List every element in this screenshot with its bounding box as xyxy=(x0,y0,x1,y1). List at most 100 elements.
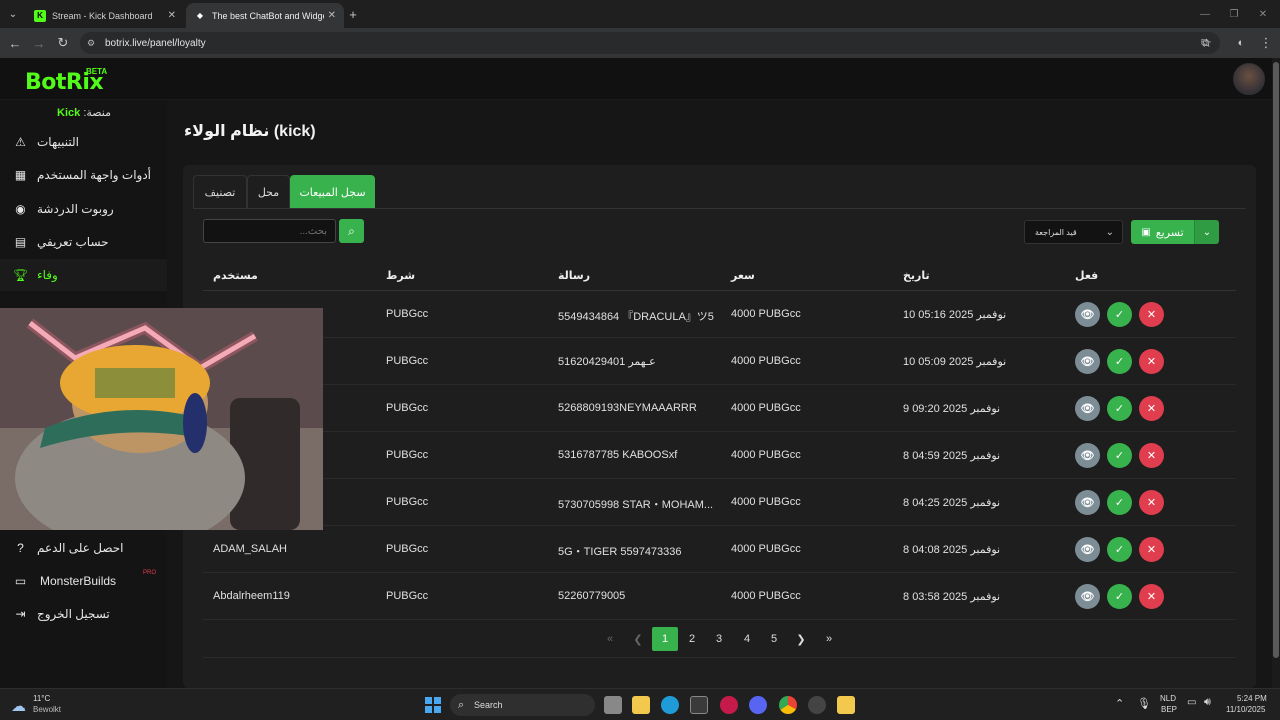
view-button[interactable]: 👁︎ xyxy=(1075,537,1100,562)
browser-tab-kick[interactable]: K Stream - Kick Dashboard ✕ xyxy=(26,3,184,28)
user-avatar[interactable] xyxy=(1233,63,1265,95)
window-close-icon[interactable]: ✕ xyxy=(1254,5,1272,23)
extensions-icon[interactable]: ⧉ xyxy=(1196,34,1214,52)
sidebar-item-support[interactable]: ? احصل على الدعم xyxy=(0,532,167,564)
reload-icon[interactable]: ↻ xyxy=(54,34,72,52)
page-button-5[interactable]: 5 xyxy=(761,627,787,651)
export-button[interactable]: ▣ تسريع xyxy=(1131,220,1194,244)
browser-tab-botrix[interactable]: ◆ The best ChatBot and Widgets ✕ xyxy=(186,3,344,28)
obs-icon[interactable] xyxy=(808,696,826,714)
sidebar-item-monsterbuilds[interactable]: ▭ MonsterBuilds PRO xyxy=(0,565,167,597)
opera-icon[interactable] xyxy=(720,696,738,714)
task-view-icon[interactable] xyxy=(604,696,622,714)
scrollbar-thumb[interactable] xyxy=(1273,62,1279,658)
laptop-icon: ▭ xyxy=(14,574,27,588)
export-dropdown-button[interactable]: ⌄ xyxy=(1194,220,1219,244)
app-icon[interactable] xyxy=(837,696,855,714)
windows-logo-icon xyxy=(434,697,441,704)
profile-icon[interactable]: ◐ xyxy=(1232,34,1250,52)
tab-search-icon[interactable]: ⌄ xyxy=(4,5,22,23)
view-button[interactable]: 👁︎ xyxy=(1075,302,1100,327)
reject-button[interactable]: ✕ xyxy=(1139,490,1164,515)
reject-button[interactable]: ✕ xyxy=(1139,537,1164,562)
search-icon: ⌕ xyxy=(348,223,355,238)
prev-page-button[interactable]: ❮ xyxy=(625,627,651,651)
view-button[interactable]: 👁︎ xyxy=(1075,396,1100,421)
reject-button[interactable]: ✕ xyxy=(1139,443,1164,468)
tab-close-icon[interactable]: ✕ xyxy=(328,10,336,21)
taskbar-search[interactable]: ⌕ Search xyxy=(450,694,595,716)
tab-shop[interactable]: محل xyxy=(247,175,290,208)
last-page-button[interactable]: » xyxy=(816,627,842,651)
menu-icon[interactable]: ⋮ xyxy=(1257,34,1275,52)
cell-message: 51620429401 عـهمر xyxy=(558,356,656,368)
check-icon: ✓ xyxy=(1114,497,1125,509)
view-button[interactable]: 👁︎ xyxy=(1075,443,1100,468)
sidebar-item-logout[interactable]: ⇥ تسجيل الخروج xyxy=(0,598,167,630)
approve-button[interactable]: ✓ xyxy=(1107,584,1132,609)
volume-icon[interactable]: 🔊︎ xyxy=(1204,696,1211,709)
approve-button[interactable]: ✓ xyxy=(1107,396,1132,421)
cell-price: 4000 PUBGcc xyxy=(731,308,801,320)
search-button[interactable]: ⌕ xyxy=(339,219,364,243)
approve-button[interactable]: ✓ xyxy=(1107,349,1132,374)
back-icon[interactable]: ← xyxy=(6,34,24,52)
next-page-button[interactable]: ❯ xyxy=(788,627,814,651)
widgets-icon: ▦ xyxy=(14,168,27,182)
view-button[interactable]: 👁︎ xyxy=(1075,349,1100,374)
page-button-1[interactable]: 1 xyxy=(652,627,678,651)
forward-icon[interactable]: → xyxy=(30,34,48,52)
cell-condition: PUBGcc xyxy=(386,590,429,602)
clock-date[interactable]: 11/10/2025 xyxy=(1226,705,1265,714)
weather-desc[interactable]: Bewolkt xyxy=(33,705,61,714)
view-button[interactable]: 👁︎ xyxy=(1075,584,1100,609)
cell-user: Abdalrheem119 xyxy=(213,590,290,602)
approve-button[interactable]: ✓ xyxy=(1107,443,1132,468)
status-filter-select[interactable]: قيد المراجعة ⌄ xyxy=(1024,220,1123,244)
file-explorer-icon[interactable] xyxy=(632,696,650,714)
sidebar-item-chatbot[interactable]: ◉ روبوت الدردشة xyxy=(0,193,167,225)
reject-button[interactable]: ✕ xyxy=(1139,302,1164,327)
table-row: PUBGcc 5268809193NEYMAAARRR 4000 PUBGcc 9 ن… xyxy=(203,385,1236,432)
first-page-button[interactable]: « xyxy=(597,627,623,651)
sidebar-item-loyalty[interactable]: 🏆︎ وفاء xyxy=(0,259,167,291)
cell-date: 9 نوفمبر 2025 09:20 xyxy=(903,403,1001,415)
sidebar-item-profile[interactable]: ▤ حساب تعريفي xyxy=(0,226,167,258)
lang-line-1[interactable]: NLD xyxy=(1160,694,1176,703)
url-field[interactable]: ⚙ botrix.live/panel/loyalty ☆ xyxy=(80,32,1220,54)
sidebar-item-label: MonsterBuilds xyxy=(40,574,117,588)
store-icon[interactable] xyxy=(690,696,708,714)
sidebar-item-widgets[interactable]: ▦ أدوات واجهة المستخدم xyxy=(0,159,167,191)
weather-temp[interactable]: 11°C xyxy=(33,694,50,703)
page-button-2[interactable]: 2 xyxy=(679,627,705,651)
reject-button[interactable]: ✕ xyxy=(1139,349,1164,374)
help-icon: ? xyxy=(17,541,24,555)
view-button[interactable]: 👁︎ xyxy=(1075,490,1100,515)
reject-button[interactable]: ✕ xyxy=(1139,396,1164,421)
maximize-icon[interactable]: ❐ xyxy=(1225,5,1243,23)
discord-icon[interactable] xyxy=(749,696,767,714)
edge-icon[interactable] xyxy=(661,696,679,714)
microphone-icon[interactable]: 🎙︎ xyxy=(1137,697,1151,710)
minimize-icon[interactable]: — xyxy=(1196,5,1214,23)
page-button-3[interactable]: 3 xyxy=(706,627,732,651)
tab-close-icon[interactable]: ✕ xyxy=(168,10,176,21)
tray-chevron-icon[interactable]: ⌃ xyxy=(1115,697,1124,710)
reject-button[interactable]: ✕ xyxy=(1139,584,1164,609)
page-button-4[interactable]: 4 xyxy=(734,627,760,651)
new-tab-icon[interactable]: + xyxy=(344,5,362,23)
lang-line-2[interactable]: BEP xyxy=(1161,705,1177,714)
tab-ranking[interactable]: تصنيف xyxy=(193,175,247,208)
webcam-image xyxy=(0,308,323,530)
start-button[interactable] xyxy=(425,697,441,713)
sidebar-item-alerts[interactable]: ⚠ التنبيهات xyxy=(0,126,167,158)
network-icon[interactable]: ▭ xyxy=(1187,697,1196,708)
site-info-icon[interactable]: ⚙ xyxy=(87,38,95,49)
approve-button[interactable]: ✓ xyxy=(1107,537,1132,562)
approve-button[interactable]: ✓ xyxy=(1107,302,1132,327)
tab-sales-log[interactable]: سجل المبيعات xyxy=(290,175,375,208)
clock-time[interactable]: 5:24 PM xyxy=(1237,694,1267,703)
search-input[interactable] xyxy=(203,219,336,243)
chrome-icon[interactable] xyxy=(779,696,797,714)
approve-button[interactable]: ✓ xyxy=(1107,490,1132,515)
